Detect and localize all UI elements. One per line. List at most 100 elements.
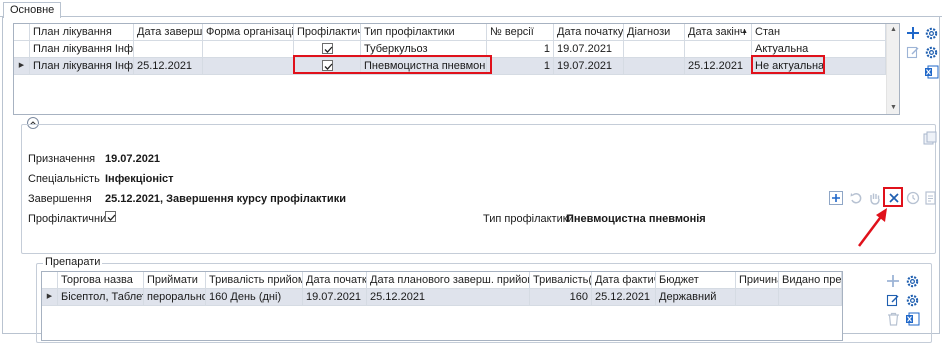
column-header-actual-date[interactable]: Дата фактичн — [592, 272, 656, 289]
scroll-up-icon[interactable]: ▲ — [887, 24, 899, 36]
completion-label: Завершення — [28, 193, 92, 205]
cell-prophylaxis-type[interactable]: Пневмоцистна пневмонія — [361, 58, 487, 75]
details-panel — [21, 124, 936, 254]
row-indicator[interactable] — [14, 41, 30, 58]
cell-start-date[interactable]: 19.07.2021 — [303, 289, 367, 306]
column-header-take[interactable]: Приймати — [144, 272, 206, 289]
specialty-value: Інфекціоніст — [105, 173, 174, 185]
checkmark-icon — [107, 214, 116, 221]
cell-diagnoses[interactable] — [624, 58, 685, 75]
cell-duration[interactable]: 160 День (дні) — [206, 289, 303, 306]
plus-icon — [829, 191, 843, 205]
add-plan-button[interactable] — [905, 25, 921, 41]
cell-plan[interactable]: План лікування Інфек... — [30, 58, 134, 75]
annotation-arrow-icon — [858, 208, 887, 247]
cell-trade-name[interactable]: Бісептол, Таблет... — [58, 289, 144, 306]
column-header-org-form[interactable]: Форма організації лі — [203, 24, 294, 41]
cell-org-form[interactable] — [203, 58, 294, 75]
cell-issued[interactable] — [779, 289, 842, 306]
column-header-planned-end[interactable]: Дата планового заверш. прийому — [367, 272, 530, 289]
drugs-group-title: Препарати — [43, 256, 103, 268]
prophylactic-checkbox[interactable] — [321, 60, 333, 71]
add-detail-button[interactable] — [828, 190, 844, 206]
column-header-prophylaxis-type[interactable]: Тип профілактики — [361, 24, 487, 41]
column-header-status[interactable]: Стан — [752, 24, 886, 41]
column-header-actual-duration[interactable]: Тривалість(фа — [530, 272, 592, 289]
column-header-plan[interactable]: План лікування — [30, 24, 134, 41]
sort-ascending-icon: ▲ — [741, 28, 748, 35]
document-button[interactable] — [923, 190, 939, 206]
scroll-down-icon[interactable]: ▼ — [887, 102, 899, 114]
tab-main[interactable]: Основне — [3, 2, 62, 18]
cell-budget[interactable]: Державний — [656, 289, 736, 306]
cell-status[interactable]: Не актуальна — [752, 58, 886, 75]
table-row-selected[interactable]: ▶ Бісептол, Таблет... перорально... 160 … — [42, 289, 842, 306]
column-header-start-date[interactable]: Дата початку в — [554, 24, 624, 41]
edit-icon — [906, 46, 919, 59]
cell-org-form[interactable] — [203, 41, 294, 58]
column-header-start-date[interactable]: Дата початку — [303, 272, 367, 289]
cell-finish-date[interactable] — [685, 41, 752, 58]
plan-settings-button[interactable] — [923, 25, 939, 41]
cell-end-date[interactable]: 25.12.2021 — [134, 58, 203, 75]
column-header-diagnoses[interactable]: Діагнози — [624, 24, 685, 41]
gear-icon — [906, 294, 918, 306]
export-drugs-excel-button[interactable] — [904, 311, 920, 327]
history-button[interactable] — [905, 190, 921, 206]
cell-finish-date[interactable]: 25.12.2021 — [685, 58, 752, 75]
drug-settings-button[interactable] — [904, 273, 920, 289]
cell-status[interactable]: Актуальна — [752, 41, 886, 58]
drug-settings-secondary-button[interactable] — [904, 292, 920, 308]
cell-version[interactable]: 1 — [487, 41, 554, 58]
cell-actual-date[interactable]: 25.12.2021 — [592, 289, 656, 306]
cell-plan[interactable]: План лікування Інфек... — [30, 41, 134, 58]
assignment-value: 19.07.2021 — [105, 153, 161, 165]
excel-icon — [924, 65, 938, 79]
cell-end-date[interactable] — [134, 41, 203, 58]
edit-drug-button[interactable] — [885, 292, 901, 308]
cell-start-date[interactable]: 19.07.2021 — [554, 58, 624, 75]
prophylactic-label: Профілактичний — [28, 213, 113, 225]
assignment-label: Призначення — [28, 153, 96, 165]
row-indicator-arrow-icon[interactable]: ▶ — [42, 289, 58, 306]
plan-settings-secondary-button[interactable] — [923, 44, 939, 60]
trash-icon — [887, 312, 899, 326]
details-copy-button[interactable] — [922, 130, 938, 146]
column-header-duration[interactable]: Тривалість прийому — [206, 272, 303, 289]
cell-actual-duration[interactable]: 160 — [530, 289, 592, 306]
column-header-issued[interactable]: Видано препа — [779, 272, 842, 289]
column-header-end-date[interactable]: Дата завершен — [134, 24, 203, 41]
checkmark-icon — [324, 63, 332, 70]
clock-icon — [906, 191, 920, 205]
cell-planned-end[interactable]: 25.12.2021 — [367, 289, 530, 306]
row-indicator-arrow-icon[interactable]: ▶ — [14, 58, 30, 75]
tab-main-label: Основне — [10, 4, 55, 16]
cell-version[interactable]: 1 — [487, 58, 554, 75]
cell-reason[interactable] — [736, 289, 779, 306]
column-header-version[interactable]: № версії — [487, 24, 554, 41]
add-drug-button[interactable] — [885, 273, 901, 289]
edit-plan-button[interactable] — [905, 44, 921, 60]
cell-prophylactic[interactable] — [294, 41, 361, 58]
prophylactic-checkbox[interactable] — [321, 43, 333, 54]
table-row-selected[interactable]: ▶ План лікування Інфек... 25.12.2021 Пне… — [14, 58, 886, 75]
prophylactic-detail-checkbox[interactable] — [105, 211, 116, 222]
plans-grid-scrollbar[interactable]: ▲ ▼ — [886, 24, 899, 114]
delete-drug-button[interactable] — [885, 311, 901, 327]
cell-prophylaxis-type[interactable]: Туберкульоз — [361, 41, 487, 58]
cell-diagnoses[interactable] — [624, 41, 685, 58]
column-header-reason[interactable]: Причина при — [736, 272, 779, 289]
tab-strip: Основне — [0, 0, 942, 18]
column-header-budget[interactable]: Бюджет — [656, 272, 736, 289]
column-header-finish-date[interactable]: Дата закінч ▲ — [685, 24, 752, 41]
cell-prophylactic[interactable] — [294, 58, 361, 75]
prophylaxis-type-label: Тип профілактики — [483, 213, 574, 225]
row-indicator-header — [42, 272, 58, 289]
column-header-prophylactic[interactable]: Профілактичні — [294, 24, 361, 41]
column-header-trade-name[interactable]: Торгова назва — [58, 272, 144, 289]
cell-take[interactable]: перорально... — [144, 289, 206, 306]
export-excel-button[interactable] — [923, 64, 939, 80]
cell-start-date[interactable]: 19.07.2021 — [554, 41, 624, 58]
row-indicator-header — [14, 24, 30, 41]
plus-icon — [887, 275, 899, 287]
